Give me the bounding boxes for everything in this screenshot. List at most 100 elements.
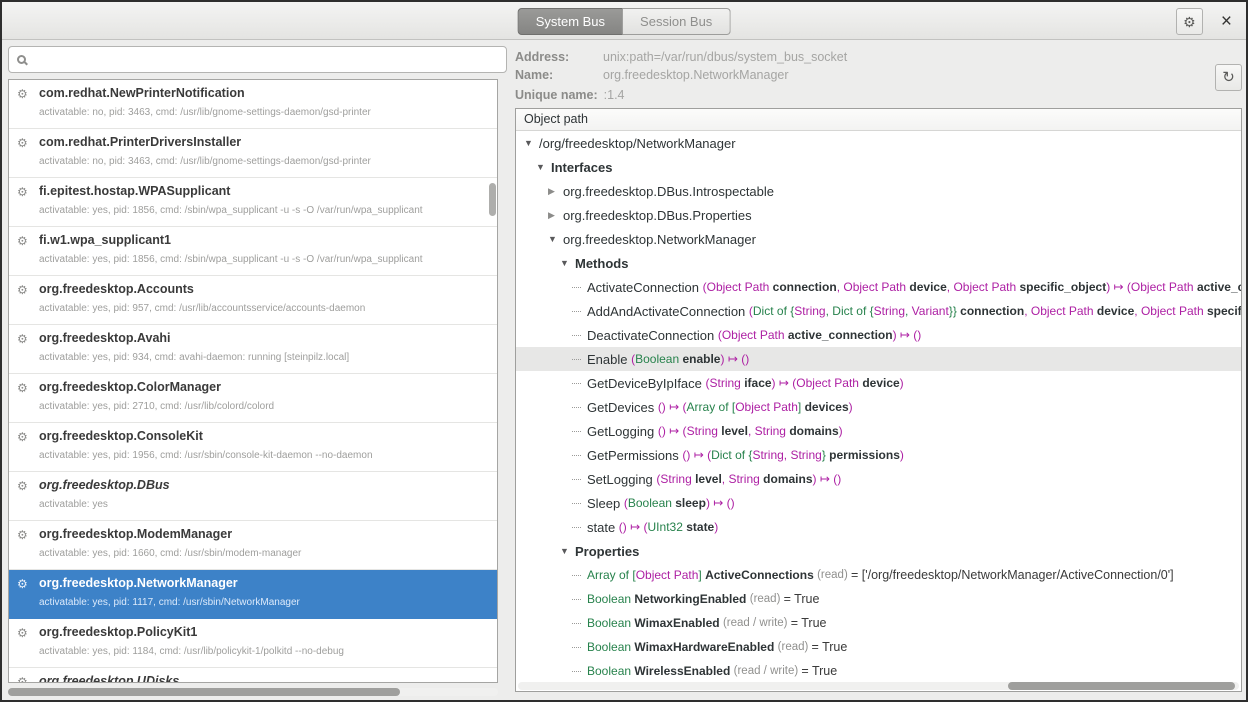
tree-branch-line [572, 599, 581, 600]
bus-name-pane: ⚙com.redhat.NewPrinterNotificationactiva… [8, 46, 507, 696]
list-item[interactable]: ⚙fi.w1.wpa_supplicant1activatable: yes, … [9, 227, 497, 276]
tree-row[interactable]: Enable (Boolean enable) ↦ () [516, 347, 1241, 371]
service-icon: ⚙ [17, 186, 28, 198]
service-icon: ⚙ [17, 88, 28, 100]
expander-open-icon[interactable]: ▼ [560, 547, 575, 556]
search-input[interactable] [31, 47, 506, 72]
tree-row[interactable]: state () ↦ (UInt32 state) [516, 515, 1241, 539]
expander-closed-icon[interactable]: ▶ [548, 211, 563, 220]
window-controls: ⚙ × [1176, 8, 1234, 35]
tree-row[interactable]: SetLogging (String level, String domains… [516, 467, 1241, 491]
list-item[interactable]: ⚙com.redhat.PrinterDriversInstalleractiv… [9, 129, 497, 178]
list-item[interactable]: ⚙org.freedesktop.NetworkManageractivatab… [9, 570, 497, 619]
name-row: Name: org.freedesktop.NetworkManager [515, 68, 789, 84]
object-path-column-header[interactable]: Object path [516, 109, 1241, 131]
tree-branch-line [572, 287, 581, 288]
dfeet-window: System Bus Session Bus ⚙ × ⚙com.redhat.N… [0, 0, 1248, 702]
tree-row[interactable]: DeactivateConnection (Object Path active… [516, 323, 1241, 347]
service-icon: ⚙ [17, 627, 28, 639]
list-item[interactable]: ⚙org.freedesktop.Avahiactivatable: yes, … [9, 325, 497, 374]
tree-row[interactable]: Array of [Object Path] ActiveConnections… [516, 563, 1241, 587]
tree-row[interactable]: ▼Methods [516, 251, 1241, 275]
name-value: org.freedesktop.NetworkManager [603, 68, 789, 84]
list-item[interactable]: ⚙ org.freedesktop.UDisks [9, 668, 497, 683]
bus-name: org.freedesktop.UDisks [39, 674, 489, 683]
right-horizontal-scrollbar-thumb[interactable] [1008, 682, 1235, 690]
left-horizontal-scrollbar-thumb[interactable] [8, 688, 400, 696]
bus-name: org.freedesktop.Avahi [39, 331, 489, 346]
tree-branch-line [572, 455, 581, 456]
tree-row[interactable]: AddAndActivateConnection (Dict of {Strin… [516, 299, 1241, 323]
expander-open-icon[interactable]: ▼ [548, 235, 563, 244]
tree-row[interactable]: ▼/org/freedesktop/NetworkManager [516, 131, 1241, 155]
tree-row[interactable]: ▼Properties [516, 539, 1241, 563]
service-icon: ⚙ [17, 676, 28, 683]
settings-button[interactable]: ⚙ [1176, 8, 1203, 35]
bus-detail: activatable: yes, pid: 957, cmd: /usr/li… [39, 303, 489, 314]
service-icon: ⚙ [17, 480, 28, 492]
service-icon: ⚙ [17, 235, 28, 247]
bus-detail: activatable: no, pid: 3463, cmd: /usr/li… [39, 156, 489, 167]
bus-detail: activatable: yes, pid: 1856, cmd: /sbin/… [39, 205, 489, 216]
left-horizontal-scrollbar[interactable] [8, 688, 498, 696]
list-item[interactable]: ⚙com.redhat.NewPrinterNotificationactiva… [9, 80, 497, 129]
bus-name-list: ⚙com.redhat.NewPrinterNotificationactiva… [8, 79, 498, 683]
tree-row[interactable]: Boolean NetworkingEnabled (read) = True [516, 587, 1241, 611]
bus-detail: activatable: yes, pid: 1660, cmd: /usr/s… [39, 548, 489, 559]
tree-branch-line [572, 335, 581, 336]
list-item[interactable]: ⚙org.freedesktop.DBusactivatable: yes [9, 472, 497, 521]
bus-detail: activatable: yes, pid: 934, cmd: avahi-d… [39, 352, 489, 363]
header-bar: System Bus Session Bus ⚙ × [2, 2, 1246, 40]
tree-row[interactable]: ActivateConnection (Object Path connecti… [516, 275, 1241, 299]
object-tree: ▼/org/freedesktop/NetworkManager▼Interfa… [516, 131, 1241, 681]
tree-row[interactable]: ▼org.freedesktop.NetworkManager [516, 227, 1241, 251]
service-icon: ⚙ [17, 382, 28, 394]
tree-row[interactable]: ▼Interfaces [516, 155, 1241, 179]
tree-row[interactable]: GetDevices () ↦ (Array of [Object Path] … [516, 395, 1241, 419]
expander-open-icon[interactable]: ▼ [524, 139, 539, 148]
tree-row[interactable]: Boolean WirelessEnabled (read / write) =… [516, 659, 1241, 681]
bus-name: org.freedesktop.PolicyKit1 [39, 625, 489, 640]
tree-row[interactable]: Boolean WimaxEnabled (read / write) = Tr… [516, 611, 1241, 635]
tree-branch-line [572, 479, 581, 480]
tree-branch-line [572, 431, 581, 432]
unique-name-value: :1.4 [604, 88, 625, 104]
service-icon: ⚙ [17, 529, 28, 541]
bus-detail: activatable: yes, pid: 1184, cmd: /usr/l… [39, 646, 489, 657]
tree-row[interactable]: GetPermissions () ↦ (Dict of {String, St… [516, 443, 1241, 467]
list-item[interactable]: ⚙org.freedesktop.ConsoleKitactivatable: … [9, 423, 497, 472]
tree-row[interactable]: ▶org.freedesktop.DBus.Properties [516, 203, 1241, 227]
right-horizontal-scrollbar[interactable] [518, 682, 1239, 690]
bus-name: org.freedesktop.NetworkManager [39, 576, 489, 591]
service-icon: ⚙ [17, 137, 28, 149]
left-vertical-scrollbar-thumb[interactable] [489, 183, 496, 216]
bus-detail: activatable: yes, pid: 1956, cmd: /usr/s… [39, 450, 489, 461]
object-path-panel: Object path ▼/org/freedesktop/NetworkMan… [515, 108, 1242, 692]
detail-pane: Address: unix:path=/var/run/dbus/system_… [515, 46, 1242, 696]
tree-row[interactable]: Sleep (Boolean sleep) ↦ () [516, 491, 1241, 515]
list-item[interactable]: ⚙org.freedesktop.ModemManageractivatable… [9, 521, 497, 570]
tree-branch-line [572, 503, 581, 504]
expander-closed-icon[interactable]: ▶ [548, 187, 563, 196]
tab-system-bus[interactable]: System Bus [518, 8, 623, 35]
list-item[interactable]: ⚙fi.epitest.hostap.WPASupplicantactivata… [9, 178, 497, 227]
bus-detail: activatable: no, pid: 3463, cmd: /usr/li… [39, 107, 489, 118]
bus-detail: activatable: yes, pid: 1856, cmd: /sbin/… [39, 254, 489, 265]
tab-session-bus[interactable]: Session Bus [623, 8, 730, 35]
close-button[interactable]: × [1219, 12, 1234, 31]
service-icon: ⚙ [17, 431, 28, 443]
tree-branch-line [572, 623, 581, 624]
list-item[interactable]: ⚙org.freedesktop.ColorManageractivatable… [9, 374, 497, 423]
list-item[interactable]: ⚙org.freedesktop.Accountsactivatable: ye… [9, 276, 497, 325]
tree-row[interactable]: ▶org.freedesktop.DBus.Introspectable [516, 179, 1241, 203]
tree-row[interactable]: GetDeviceByIpIface (String iface) ↦ (Obj… [516, 371, 1241, 395]
list-item[interactable]: ⚙ org.freedesktop.PolicyKit1 activatable: … [9, 619, 497, 668]
close-icon: × [1221, 11, 1232, 32]
tree-row[interactable]: Boolean WimaxHardwareEnabled (read) = Tr… [516, 635, 1241, 659]
expander-open-icon[interactable]: ▼ [560, 259, 575, 268]
bus-name: org.freedesktop.ColorManager [39, 380, 489, 395]
unique-name-row: Unique name: :1.4 [515, 88, 625, 104]
tree-row[interactable]: GetLogging () ↦ (String level, String do… [516, 419, 1241, 443]
expander-open-icon[interactable]: ▼ [536, 163, 551, 172]
reconnect-button[interactable]: ↻ [1215, 64, 1242, 91]
